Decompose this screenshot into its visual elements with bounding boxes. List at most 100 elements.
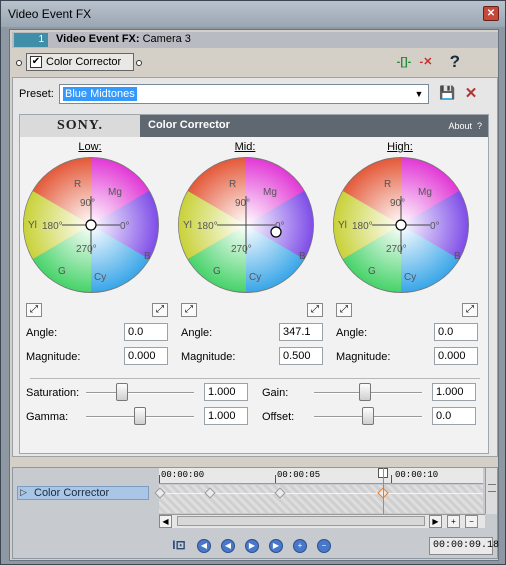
gain-label: Gain: [262,387,289,399]
delete-preset-icon[interactable]: ✕ [463,84,479,102]
timecode-display: 00:00:09.18 [429,537,499,555]
high-magnitude-input[interactable]: 0.000 [434,347,478,365]
chain-end-dot [136,60,142,66]
gamma-input[interactable]: 1.000 [204,407,248,425]
horizontal-scrollbar[interactable]: ◀ ▶ + − [159,514,485,528]
plugin-name: Color Corrector [46,56,122,68]
label-yl: Yl [338,220,347,231]
keyframe[interactable] [204,487,216,499]
mid-pick-dark-icon[interactable]: ⤢ [181,303,197,317]
vertical-scrollbar[interactable] [485,468,497,514]
label-0: 0° [120,221,130,232]
prev-keyframe-button[interactable]: ◀ [221,539,235,553]
track-color-corrector[interactable]: ▷ Color Corrector [17,486,149,500]
zoom-in-button[interactable]: + [447,515,460,528]
low-color-wheel[interactable]: R Mg Yl B G Cy 90° 180° 0° 270° [22,156,160,294]
low-wheel-title: Low: [78,141,102,153]
label-yl: Yl [28,220,37,231]
low-magnitude-input[interactable]: 0.000 [124,347,168,365]
chain-number-badge[interactable]: 1 [14,33,48,47]
label-270: 270° [386,244,407,255]
low-magnitude-label: Magnitude: [26,351,81,363]
keyframe[interactable] [274,487,286,499]
fx-client-area: 1 Video Event FX: Camera 3 ✔ Color Corre… [9,29,499,561]
last-keyframe-button[interactable]: ▶ [269,539,283,553]
keyframe-timeline: ▷ Color Corrector 00:00:00 00:00:05 00:0… [12,467,499,559]
high-color-wheel[interactable]: R Mg Yl B G Cy 90° 180° 0° 270° [332,156,470,294]
next-keyframe-button[interactable]: ▶ [245,539,259,553]
zoom-out-button[interactable]: − [465,515,478,528]
offset-input[interactable]: 0.0 [432,407,476,425]
saturation-slider-thumb[interactable] [116,383,128,401]
high-angle-input[interactable]: 0.0 [434,323,478,341]
ruler-tick [391,475,392,483]
ruler-label-0: 00:00:00 [161,470,205,480]
saturation-slider-track[interactable] [86,392,194,394]
gain-slider-thumb[interactable] [359,383,371,401]
label-b: B [144,251,151,262]
low-angle-input[interactable]: 0.0 [124,323,168,341]
label-90: 90° [80,198,95,209]
chevron-down-icon[interactable]: ▼ [412,87,426,101]
mid-pick-light-icon[interactable]: ⤢ [307,303,323,317]
high-angle-label: Angle: [336,327,368,339]
keyframe-lane[interactable] [154,485,483,513]
mid-angle-input[interactable]: 347.1 [279,323,323,341]
label-g: G [213,266,221,277]
fx-chain-bar: 1 Video Event FX: Camera 3 [12,32,498,48]
help-icon[interactable]: ? [450,52,460,72]
plugin-chain-row: ✔ Color Corrector -[]- -✕ ? [12,52,498,74]
delete-keyframe-button[interactable]: − [317,539,331,553]
low-pick-light-icon[interactable]: ⤢ [152,303,168,317]
high-pick-dark-icon[interactable]: ⤢ [336,303,352,317]
label-mg: Mg [263,187,277,198]
offset-label: Offset: [262,411,295,423]
expand-arrow-icon[interactable]: ▷ [20,487,27,498]
label-b: B [299,251,306,262]
preset-label: Preset: [19,88,54,100]
divider [30,378,480,379]
fx-settings-panel: Preset: Blue Midtones ▼ 💾 ✕ SONY. Color … [12,77,498,457]
label-mg: Mg [108,187,122,198]
track-header: ▷ Color Corrector [13,468,157,534]
close-button[interactable]: ✕ [483,6,499,21]
fx-name: Color Corrector [148,119,230,131]
high-pick-light-icon[interactable]: ⤢ [462,303,478,317]
about-link[interactable]: About ? [448,121,482,131]
plugin-enable-checkbox[interactable]: ✔ [30,56,42,68]
plugin-chain-icon[interactable]: -[]- [396,55,412,69]
sync-cursor-icon[interactable]: I⊡ [171,537,187,553]
add-keyframe-button[interactable]: + [293,539,307,553]
mid-color-wheel[interactable]: R Mg Yl B G Cy 90° 180° 0° 270° [177,156,315,294]
playhead-line[interactable] [383,468,384,514]
gamma-slider-thumb[interactable] [134,407,146,425]
scroll-thumb[interactable] [177,516,425,526]
label-r: R [74,179,81,190]
label-270: 270° [76,244,97,255]
plugin-button-color-corrector[interactable]: ✔ Color Corrector [26,53,134,71]
keyframe-toolbar: I⊡ ◀ ◀ ▶ ▶ + − 00:00:09.18 [13,534,499,558]
label-cy: Cy [404,272,416,283]
mid-magnitude-input[interactable]: 0.500 [279,347,323,365]
label-cy: Cy [94,272,106,283]
high-wheel-handle [395,219,407,231]
saturation-input[interactable]: 1.000 [204,383,248,401]
preset-dropdown[interactable]: Blue Midtones ▼ [59,84,429,104]
label-mg: Mg [418,187,432,198]
preset-value: Blue Midtones [63,87,137,101]
video-event-fx-window: Video Event FX ✕ 1 Video Event FX: Camer… [0,0,506,565]
label-r: R [229,179,236,190]
time-ruler[interactable]: 00:00:00 00:00:05 00:00:10 [159,468,483,484]
offset-slider-thumb[interactable] [362,407,374,425]
title-bar[interactable]: Video Event FX ✕ [1,1,505,27]
low-pick-dark-icon[interactable]: ⤢ [26,303,42,317]
high-wheel-graphic: R Mg Yl B G Cy 90° 180° 0° 270° [333,157,469,293]
first-keyframe-button[interactable]: ◀ [197,539,211,553]
scroll-left-button[interactable]: ◀ [159,515,172,528]
scroll-grip-icon[interactable] [488,484,496,492]
gain-input[interactable]: 1.000 [432,383,476,401]
save-preset-icon[interactable]: 💾 [439,85,455,101]
scroll-right-button[interactable]: ▶ [429,515,442,528]
remove-plugin-icon[interactable]: -✕ [418,55,434,69]
label-90: 90° [390,198,405,209]
